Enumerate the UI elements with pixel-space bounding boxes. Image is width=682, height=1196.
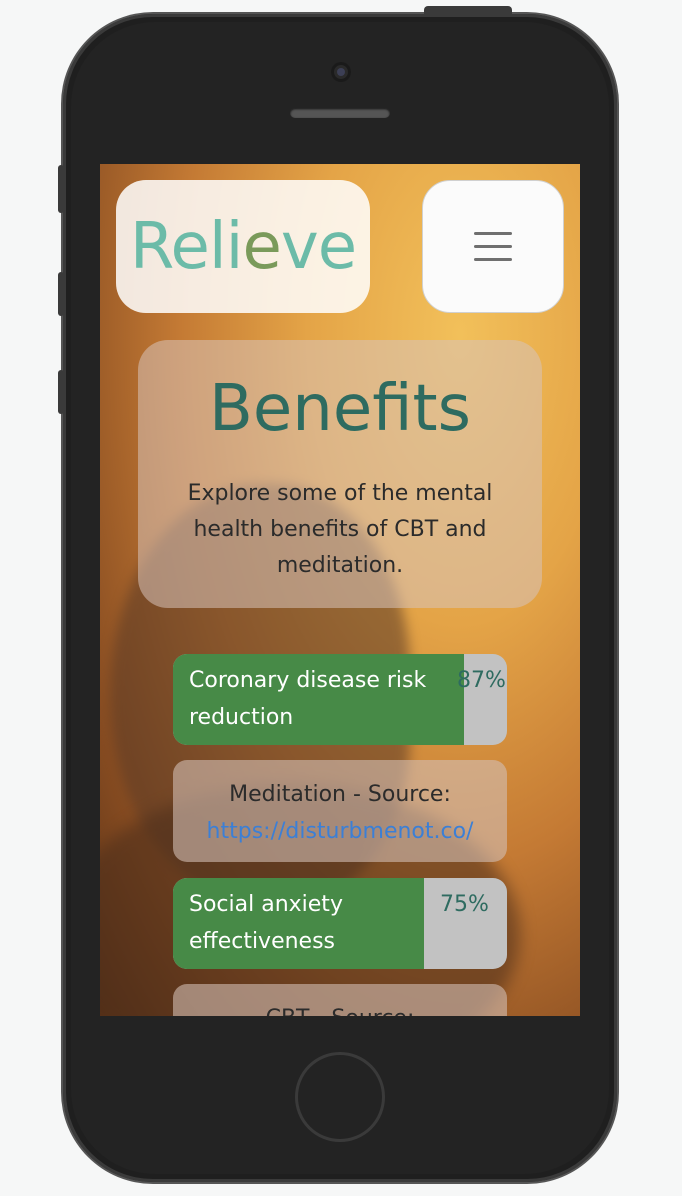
home-button[interactable]: [295, 1052, 385, 1142]
logo-part-1: Reli: [129, 209, 244, 284]
logo-part-2: e: [242, 209, 281, 284]
hamburger-line-icon: [474, 232, 512, 235]
progress-bar-coronary: Coronary disease risk reduction 87%: [173, 654, 507, 745]
source-prefix: CBT - Source:: [173, 1000, 507, 1016]
progress-percent: 75%: [440, 892, 489, 917]
hero-card: Benefits Explore some of the mental heal…: [138, 340, 542, 608]
source-card-meditation: Meditation - Source: https://disturbmeno…: [173, 760, 507, 862]
volume-down-button: [58, 370, 64, 414]
earpiece-speaker: [290, 108, 390, 118]
front-camera-icon: [331, 62, 351, 82]
progress-percent: 87%: [457, 668, 506, 693]
logo-part-3: ve: [280, 209, 357, 284]
hamburger-line-icon: [474, 258, 512, 261]
progress-label: Coronary disease risk reduction: [189, 668, 427, 730]
logo-link[interactable]: Relieve: [116, 180, 370, 313]
source-link[interactable]: https://disturbmenot.co/: [207, 819, 474, 844]
hamburger-line-icon: [474, 245, 512, 248]
mute-switch: [58, 165, 64, 213]
screen: Relieve Benefits Explore some of the men…: [100, 164, 580, 1016]
hamburger-menu-button[interactable]: [422, 180, 564, 313]
source-prefix: Meditation - Source:: [229, 782, 451, 807]
volume-up-button: [58, 272, 64, 316]
page-description: Explore some of the mental health benefi…: [187, 481, 493, 578]
source-card-cbt: CBT - Source:: [173, 984, 507, 1016]
progress-bar-social-anxiety: Social anxiety effectiveness 75%: [173, 878, 507, 969]
power-button: [424, 6, 512, 16]
page-title: Benefits: [209, 372, 471, 446]
logo-text: Relieve: [129, 209, 357, 284]
progress-label: Social anxiety effectiveness: [189, 892, 343, 954]
